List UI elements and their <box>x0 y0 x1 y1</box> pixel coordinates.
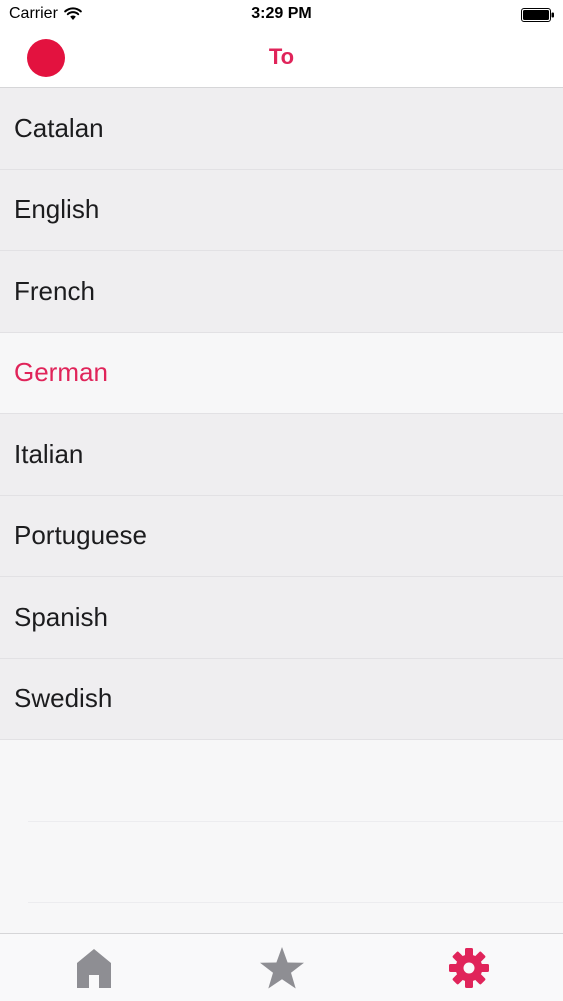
status-bar: Carrier 3:29 PM <box>0 0 563 30</box>
nav-bar: To <box>0 30 563 88</box>
language-label: French <box>14 275 95 306</box>
language-label: English <box>14 194 100 225</box>
status-time: 3:29 PM <box>251 5 312 22</box>
home-icon <box>76 948 111 988</box>
language-item-portuguese[interactable]: Portuguese <box>0 495 563 577</box>
empty-rows <box>0 740 563 903</box>
language-item-catalan[interactable]: Catalan <box>0 88 563 170</box>
page-title: To <box>268 44 295 69</box>
language-label: Swedish <box>14 683 113 714</box>
language-list: Catalan English French German Italian Po… <box>0 88 563 740</box>
language-label: Catalan <box>14 112 104 143</box>
empty-row <box>28 822 563 903</box>
tab-home[interactable] <box>0 934 188 1001</box>
language-label: Portuguese <box>14 520 147 551</box>
language-item-swedish[interactable]: Swedish <box>0 658 563 740</box>
language-item-italian[interactable]: Italian <box>0 414 563 496</box>
language-item-english[interactable]: English <box>0 169 563 251</box>
tab-favorites[interactable] <box>188 934 376 1001</box>
language-item-french[interactable]: French <box>0 251 563 333</box>
gear-icon <box>449 947 490 988</box>
tab-settings[interactable] <box>375 934 563 1001</box>
tab-bar <box>0 933 563 1001</box>
empty-row <box>28 740 563 822</box>
language-label: Spanish <box>14 601 108 632</box>
battery-icon <box>521 8 554 22</box>
language-item-spanish[interactable]: Spanish <box>0 577 563 659</box>
language-label: German <box>14 357 108 388</box>
language-item-german[interactable]: German <box>0 332 563 414</box>
language-label: Italian <box>14 438 84 469</box>
star-icon <box>259 946 304 988</box>
